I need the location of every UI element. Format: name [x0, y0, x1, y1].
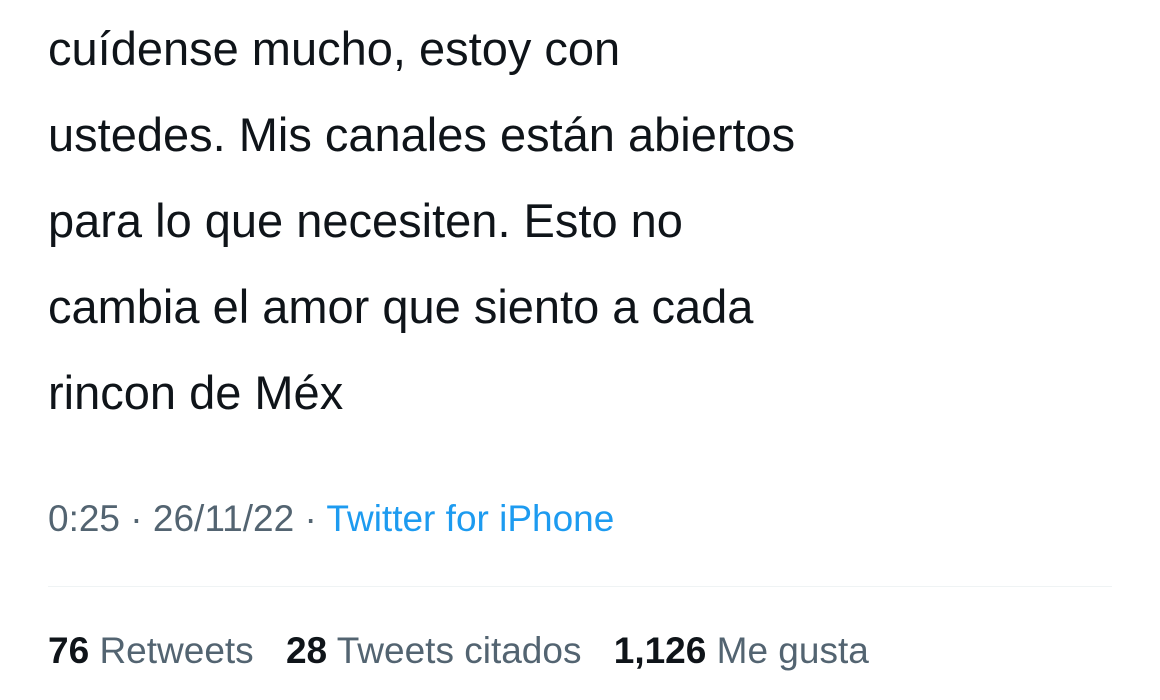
tweet-source-link[interactable]: Twitter for iPhone — [326, 498, 614, 539]
likes-label: Me gusta — [716, 630, 869, 671]
tweet-text-line: cambia el amor que siento a cada — [48, 280, 754, 333]
tweet-metadata: 0:25 · 26/11/22 · Twitter for iPhone — [48, 494, 614, 544]
tweet-time[interactable]: 0:25 — [48, 498, 120, 539]
retweets-label: Retweets — [99, 630, 254, 671]
tweet-detail: cuídense mucho, estoy con ustedes. Mis c… — [0, 0, 1160, 700]
tweet-text-line: cuídense mucho, estoy con — [48, 22, 621, 75]
retweets-stat[interactable]: 76 Retweets — [48, 626, 254, 676]
retweets-count: 76 — [48, 630, 90, 671]
tweet-text: cuídense mucho, estoy con ustedes. Mis c… — [48, 6, 1138, 436]
tweet-date[interactable]: 26/11/22 — [153, 498, 294, 539]
likes-stat[interactable]: 1,126 Me gusta — [614, 626, 869, 676]
tweet-text-line: ustedes. Mis canales están abiertos — [48, 108, 796, 161]
tweet-text-line: rincon de Méx — [48, 366, 344, 419]
quote-tweets-label: Tweets citados — [336, 630, 582, 671]
meta-separator: · — [304, 498, 317, 539]
tweet-text-line: para lo que necesiten. Esto no — [48, 194, 683, 247]
quote-tweets-count: 28 — [285, 630, 328, 671]
likes-count: 1,126 — [613, 630, 707, 671]
quote-tweets-stat[interactable]: 28 Tweets citados — [286, 626, 582, 676]
divider — [48, 586, 1112, 587]
meta-separator: · — [130, 498, 143, 539]
tweet-stats: 76 Retweets 28 Tweets citados 1,126 Me g… — [48, 626, 869, 676]
